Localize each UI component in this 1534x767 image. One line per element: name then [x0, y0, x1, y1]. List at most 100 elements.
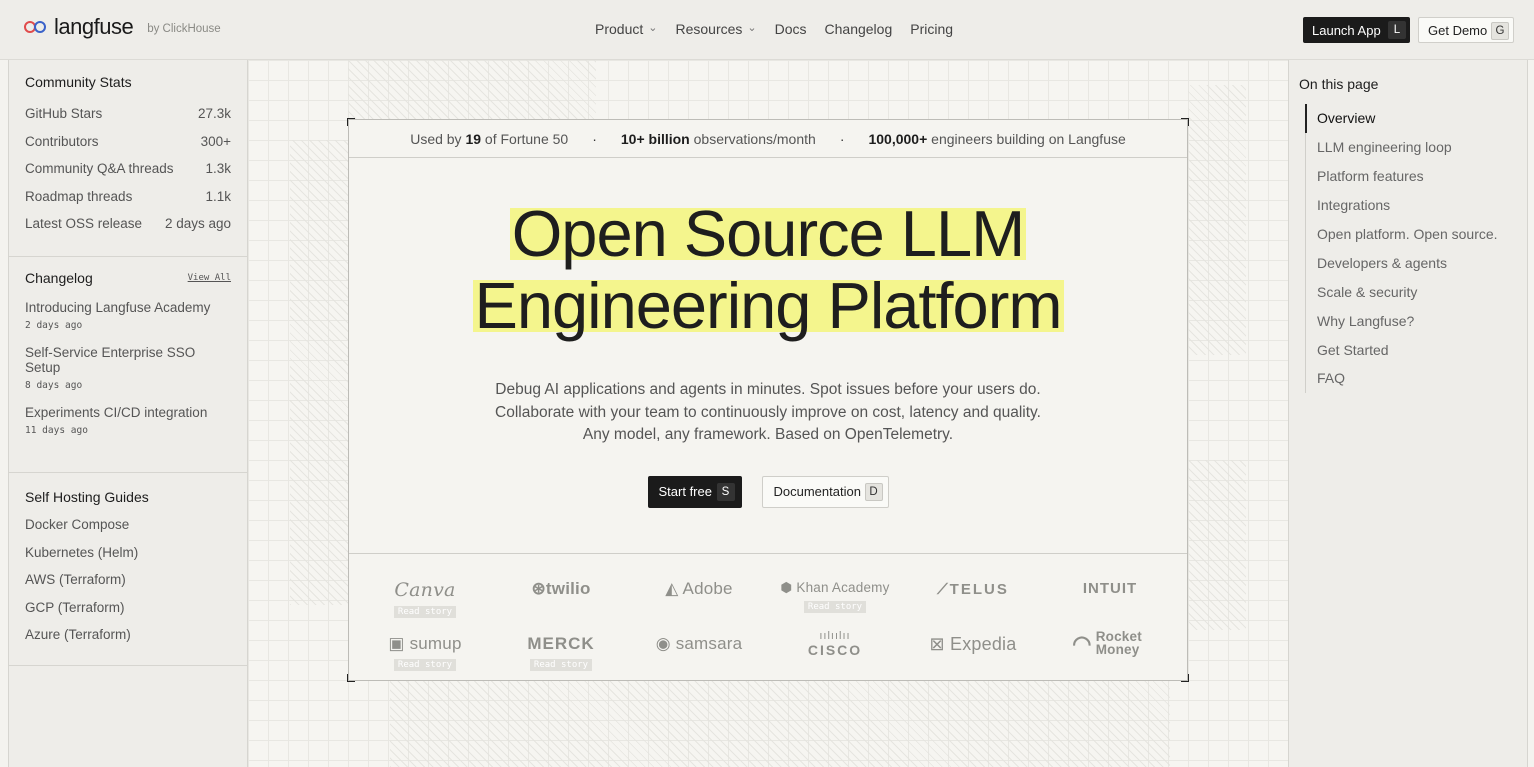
view-all-link[interactable]: View All: [188, 273, 231, 286]
logo-sumup[interactable]: ▣ sumup Read story: [365, 634, 485, 672]
toc-item-get-started[interactable]: Get Started: [1306, 335, 1517, 364]
logo-khan-academy[interactable]: ⬢ Khan Academy Read story: [775, 580, 895, 614]
separator-dot: ·: [839, 130, 845, 147]
get-demo-shortcut: G: [1491, 22, 1509, 40]
hero-subtitle: Debug AI applications and agents in minu…: [495, 381, 1041, 443]
nav-changelog[interactable]: Changelog: [825, 21, 893, 37]
hero-card: Used by 19 of Fortune 50 · 10+ billion o…: [347, 118, 1189, 682]
top-header: langfuse by ClickHouse Product Resources…: [0, 0, 1534, 60]
logo-cisco[interactable]: ıılıılıı CISCO: [775, 630, 895, 658]
hatch-decoration: [1188, 85, 1246, 355]
hero-title-line-2: Engineering Platform: [472, 269, 1064, 342]
logo-twilio[interactable]: ⊛twilio: [501, 579, 621, 599]
khan-academy-icon: ⬢: [780, 580, 793, 595]
logo-canva[interactable]: Canva Read story: [365, 579, 485, 619]
main-nav: Product Resources Docs Changelog Pricing: [595, 21, 953, 37]
toc-item-overview[interactable]: Overview: [1305, 104, 1517, 133]
hero-section: Open Source LLM Engineering Platform Deb…: [349, 197, 1187, 508]
rocket-money-icon: ◠: [1072, 630, 1092, 656]
launch-app-button[interactable]: Launch App L: [1303, 17, 1410, 43]
changelog-item[interactable]: Experiments CI/CD integration 11 days ag…: [25, 405, 231, 436]
guide-docker-compose[interactable]: Docker Compose: [25, 511, 231, 539]
nav-resources[interactable]: Resources: [675, 21, 756, 37]
expedia-icon: ⊠: [929, 634, 945, 654]
start-free-shortcut: S: [716, 482, 735, 501]
logo-adobe[interactable]: ◭ Adobe: [639, 579, 759, 599]
left-sidebar: Community Stats GitHub Stars 27.3k Contri…: [8, 60, 248, 767]
customer-logos: Canva Read story ⊛twilio ◭ Adobe ⬢ Khan …: [349, 553, 1187, 680]
nav-docs[interactable]: Docs: [775, 21, 807, 37]
toc-item-llm-engineering-loop[interactable]: LLM engineering loop: [1306, 133, 1517, 162]
corner-mark: [1181, 118, 1189, 126]
toc-item-developers-agents[interactable]: Developers & agents: [1306, 248, 1517, 277]
sumup-icon: ▣: [388, 634, 405, 653]
changelog-item[interactable]: Introducing Langfuse Academy 2 days ago: [25, 300, 231, 331]
corner-mark: [347, 118, 355, 126]
engineers-stat: 100,000+ engineers building on Langfuse: [868, 130, 1126, 147]
changelog-section: Changelog View All Introducing Langfuse …: [9, 257, 247, 473]
logo-text: langfuse: [54, 14, 134, 39]
observations-stat: 10+ billion observations/month: [620, 130, 816, 147]
start-free-button[interactable]: Start free S: [647, 475, 742, 508]
stat-row[interactable]: GitHub Stars 27.3k: [25, 100, 231, 128]
get-demo-label: Get Demo: [1428, 22, 1488, 38]
samsara-icon: ◉: [655, 634, 671, 653]
toc-item-scale-security[interactable]: Scale & security: [1306, 277, 1517, 306]
separator-dot: ·: [592, 130, 597, 147]
right-toc-sidebar: On this page Overview LLM engineering lo…: [1288, 60, 1528, 767]
guide-kubernetes[interactable]: Kubernetes (Helm): [25, 539, 231, 567]
toc-item-open-platform[interactable]: Open platform. Open source.: [1306, 220, 1517, 249]
changelog-title: Changelog View All: [25, 270, 231, 286]
telus-icon: ⟋: [937, 581, 950, 598]
toc-title: On this page: [1299, 76, 1379, 92]
logo-intuit[interactable]: INTUIT: [1050, 580, 1170, 597]
guide-azure[interactable]: Azure (Terraform): [25, 621, 231, 649]
self-hosting-title: Self Hosting Guides: [25, 489, 149, 505]
logo-telus[interactable]: ⟋TELUS: [913, 581, 1033, 598]
toc-item-platform-features[interactable]: Platform features: [1306, 162, 1517, 191]
toc-list: Overview LLM engineering loop Platform f…: [1305, 104, 1517, 393]
nav-product[interactable]: Product: [595, 21, 657, 37]
guide-gcp[interactable]: GCP (Terraform): [25, 594, 231, 622]
hatch-decoration: [1188, 460, 1246, 630]
logo-merck[interactable]: MERCK Read story: [501, 634, 621, 672]
usage-stats-bar: Used by 19 of Fortune 50 · 10+ billion o…: [349, 120, 1187, 158]
logo-rocket-money[interactable]: ◠ Rocket Money: [1050, 630, 1170, 657]
community-stats-section: Community Stats GitHub Stars 27.3k Contri…: [9, 60, 247, 257]
read-story-badge[interactable]: Read story: [393, 606, 457, 618]
launch-app-shortcut: L: [1388, 21, 1406, 39]
toc-item-integrations[interactable]: Integrations: [1306, 191, 1517, 220]
toc-item-why-langfuse[interactable]: Why Langfuse?: [1306, 306, 1517, 335]
hatch-decoration: [290, 140, 348, 605]
hero-buttons: Start free S Documentation D: [349, 475, 1187, 508]
stat-row[interactable]: Contributors 300+: [25, 128, 231, 156]
changelog-item[interactable]: Self-Service Enterprise SSO Setup 8 days…: [25, 345, 231, 391]
read-story-badge[interactable]: Read story: [803, 601, 867, 613]
read-story-badge[interactable]: Read story: [529, 659, 593, 671]
stat-row[interactable]: Community Q&A threads 1.3k: [25, 155, 231, 183]
adobe-icon: ◭: [665, 579, 679, 598]
stat-row[interactable]: Roadmap threads 1.1k: [25, 183, 231, 211]
self-hosting-section: Self Hosting Guides Docker Compose Kuber…: [9, 473, 247, 666]
nav-pricing[interactable]: Pricing: [910, 21, 953, 37]
get-demo-button[interactable]: Get Demo G: [1418, 17, 1514, 43]
hatch-decoration: [390, 681, 1170, 767]
logo-expedia[interactable]: ⊠ Expedia: [913, 634, 1033, 655]
fortune-stat: Used by 19 of Fortune 50: [410, 130, 569, 147]
logo-samsara[interactable]: ◉ samsara: [639, 634, 759, 654]
documentation-button[interactable]: Documentation D: [761, 475, 889, 508]
twilio-icon: ⊛: [531, 579, 546, 598]
stat-row[interactable]: Latest OSS release 2 days ago: [25, 210, 231, 238]
documentation-shortcut: D: [864, 482, 883, 501]
launch-app-label: Launch App: [1312, 22, 1381, 38]
cisco-bars-icon: ıılıılıı: [819, 630, 851, 642]
logo-by-clickhouse: by ClickHouse: [147, 23, 221, 35]
read-story-badge[interactable]: Read story: [393, 659, 457, 671]
toc-item-faq[interactable]: FAQ: [1306, 364, 1517, 393]
langfuse-logo-icon: [24, 18, 48, 36]
langfuse-logo[interactable]: langfuse by ClickHouse: [24, 14, 221, 40]
hero-title-line-1: Open Source LLM: [509, 197, 1027, 270]
guide-aws[interactable]: AWS (Terraform): [25, 566, 231, 594]
community-stats-title: Community Stats: [25, 74, 132, 90]
hatch-decoration: [348, 60, 596, 120]
